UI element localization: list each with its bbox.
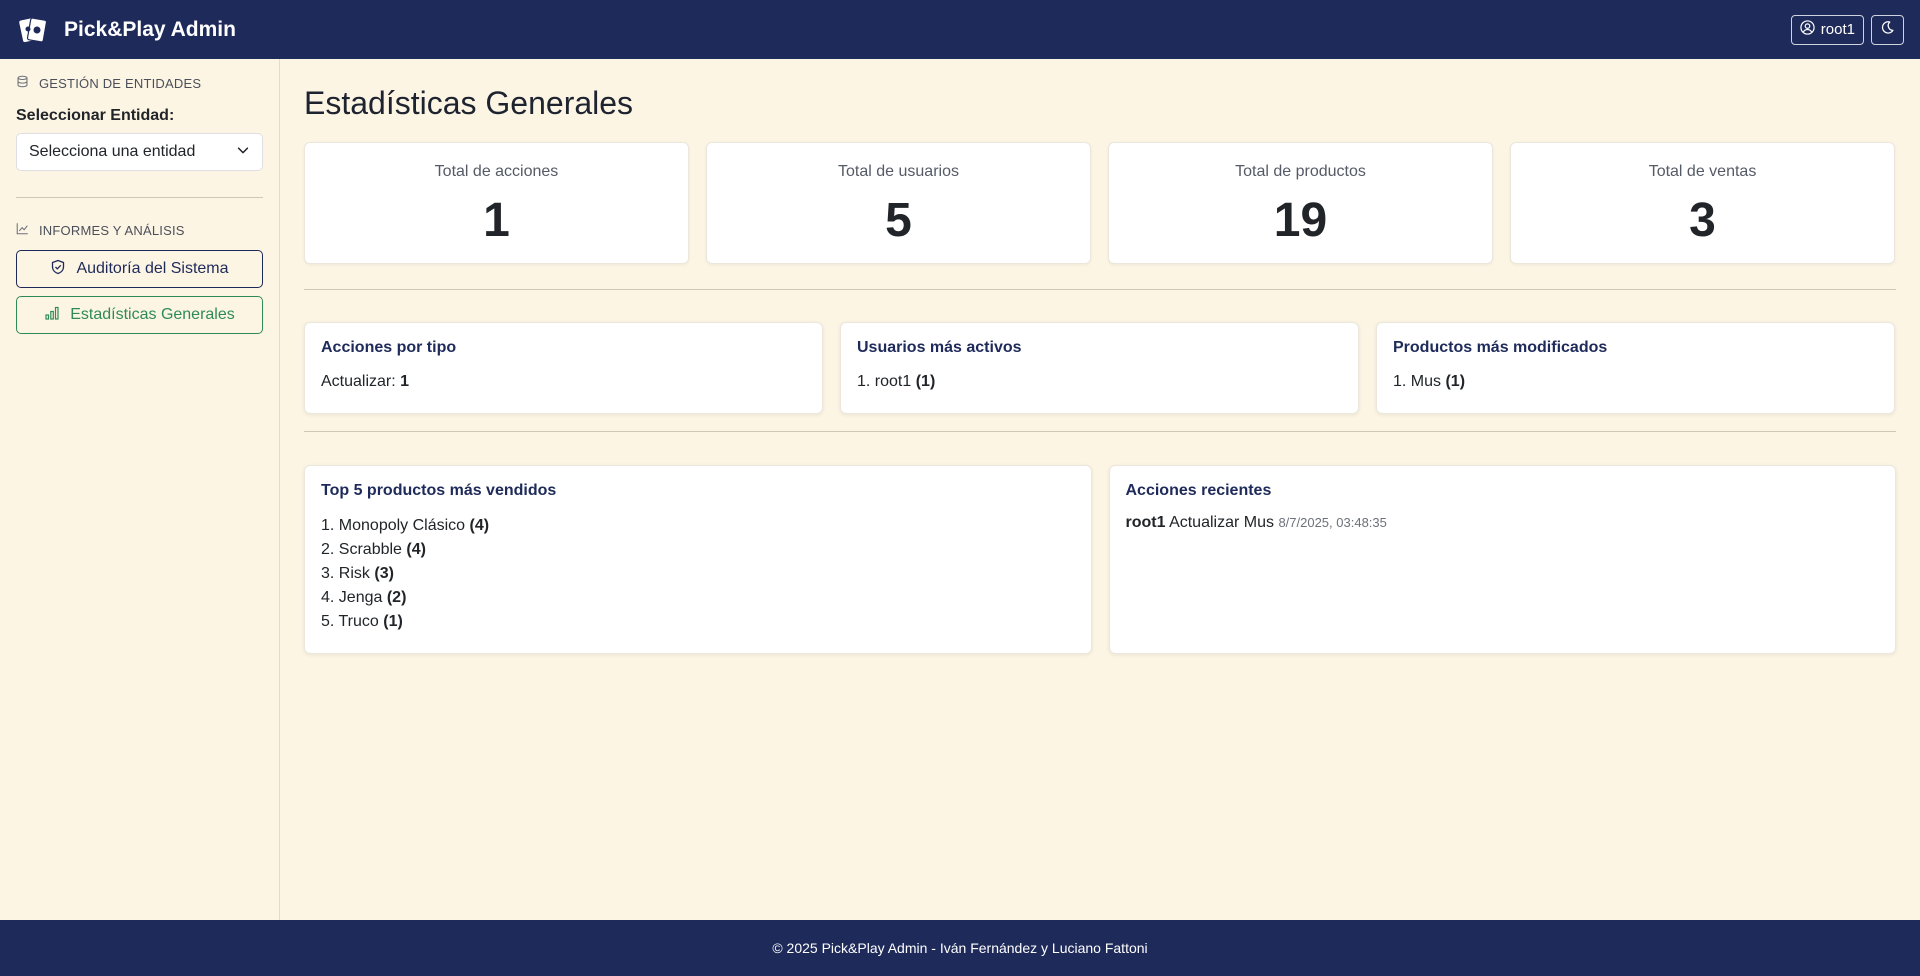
select-entity-label: Seleccionar Entidad: xyxy=(16,107,175,124)
sidebar-divider xyxy=(16,197,263,198)
kpi-card-sales: Total de ventas 3 xyxy=(1510,142,1895,264)
active-users-card: Usuarios más activos 1. root1 (1) xyxy=(840,322,1359,414)
reports-section-heading: INFORMES Y ANÁLISIS xyxy=(16,222,263,238)
kpi-label: Total de usuarios xyxy=(838,163,959,180)
active-user-label: 1. root1 xyxy=(857,373,912,390)
page-title: Estadísticas Generales xyxy=(304,85,634,121)
product-count: (3) xyxy=(374,565,394,582)
recent-action-item: root1 Actualizar Mus 8/7/2025, 03:48:35 xyxy=(1126,514,1880,532)
moon-icon xyxy=(1880,20,1895,40)
stats-button[interactable]: Estadísticas Generales xyxy=(16,296,263,334)
cards-logo-icon[interactable] xyxy=(16,13,50,47)
card-title: Usuarios más activos xyxy=(857,339,1022,356)
entity-select-value: Selecciona una entidad xyxy=(29,143,196,160)
list-item: 1. Monopoly Clásico (4) xyxy=(321,514,1075,538)
card-title: Acciones recientes xyxy=(1125,482,1272,499)
card-title: Acciones por tipo xyxy=(321,339,457,356)
username: root1 xyxy=(1820,21,1855,38)
list-item: 2. Scrabble (4) xyxy=(321,538,1075,562)
recent-action-date: 8/7/2025, 03:48:35 xyxy=(1278,515,1387,530)
recent-action-text: Actualizar Mus xyxy=(1169,514,1274,531)
sidebar: GESTIÓN DE ENTIDADES Seleccionar Entidad… xyxy=(0,59,280,920)
kpi-value: 3 xyxy=(1689,194,1716,247)
action-type-count: 1 xyxy=(400,373,410,390)
top-products-list: 1. Monopoly Clásico (4) 2. Scrabble (4) … xyxy=(321,514,1075,634)
entities-section-heading: GESTIÓN DE ENTIDADES xyxy=(16,75,263,91)
modified-product-label: 1. Mus xyxy=(1393,373,1442,390)
database-icon xyxy=(16,75,29,91)
kpi-label: Total de acciones xyxy=(434,163,559,180)
kpi-value: 1 xyxy=(483,194,510,247)
top-products-card: Top 5 productos más vendidos 1. Monopoly… xyxy=(304,465,1092,654)
entities-heading-text: GESTIÓN DE ENTIDADES xyxy=(39,75,202,91)
active-user-count: (1) xyxy=(915,373,936,390)
product-count: (4) xyxy=(406,541,426,558)
actions-by-type-card: Acciones por tipo Actualizar: 1 xyxy=(304,322,823,414)
card-line: 1. Mus (1) xyxy=(1393,373,1878,391)
product-label: 4. Jenga xyxy=(321,589,383,606)
kpi-row: Total de acciones 1 Total de usuarios 5 … xyxy=(304,142,1896,264)
kpi-card-products: Total de productos 19 xyxy=(1108,142,1493,264)
product-count: (1) xyxy=(383,613,403,630)
kpi-label: Total de ventas xyxy=(1648,163,1757,180)
footer: © 2025 Pick&Play Admin - Iván Fernández … xyxy=(0,920,1920,976)
recent-action-user: root1 xyxy=(1125,514,1166,531)
entity-select[interactable]: Selecciona una entidad xyxy=(16,133,263,171)
action-type-label: Actualizar: xyxy=(321,373,396,390)
product-label: 1. Monopoly Clásico xyxy=(321,517,466,534)
line-chart-icon xyxy=(16,222,29,238)
product-label: 2. Scrabble xyxy=(321,541,402,558)
shield-icon xyxy=(50,259,66,280)
kpi-value: 5 xyxy=(885,194,912,247)
audit-button[interactable]: Auditoría del Sistema xyxy=(16,250,263,288)
card-title: Productos más modificados xyxy=(1393,339,1608,356)
detail-cards-row: Top 5 productos más vendidos 1. Monopoly… xyxy=(304,465,1896,654)
bar-chart-icon xyxy=(44,305,60,326)
reports-heading-text: INFORMES Y ANÁLISIS xyxy=(39,222,185,238)
user-menu-button[interactable]: root1 xyxy=(1790,14,1864,45)
product-count: (4) xyxy=(469,517,490,534)
top-actions: root1 xyxy=(1790,14,1904,45)
main-content: Estadísticas Generales Total de acciones… xyxy=(304,59,1896,654)
theme-toggle-button[interactable] xyxy=(1871,14,1904,45)
chevron-down-icon xyxy=(236,143,250,162)
section-divider xyxy=(304,431,1896,432)
audit-button-label: Auditoría del Sistema xyxy=(76,260,229,277)
modified-products-card: Productos más modificados 1. Mus (1) xyxy=(1376,322,1895,414)
section-divider xyxy=(304,289,1896,290)
user-circle-icon xyxy=(1800,20,1815,39)
modified-product-count: (1) xyxy=(1445,373,1466,390)
app-title[interactable]: Pick&Play Admin xyxy=(64,18,236,42)
product-label: 3. Risk xyxy=(321,565,370,582)
list-item: 5. Truco (1) xyxy=(321,610,1075,634)
card-title: Top 5 productos más vendidos xyxy=(321,482,557,499)
kpi-value: 19 xyxy=(1273,194,1328,247)
product-count: (2) xyxy=(386,589,407,606)
footer-text: © 2025 Pick&Play Admin - Iván Fernández … xyxy=(772,940,1148,956)
kpi-label: Total de productos xyxy=(1235,163,1366,180)
kpi-card-users: Total de usuarios 5 xyxy=(706,142,1091,264)
card-line: 1. root1 (1) xyxy=(857,373,1342,391)
card-line: Actualizar: 1 xyxy=(321,373,806,391)
kpi-card-actions: Total de acciones 1 xyxy=(304,142,689,264)
recent-actions-card: Acciones recientes root1 Actualizar Mus … xyxy=(1108,465,1896,654)
list-item: 3. Risk (3) xyxy=(321,562,1075,586)
stats-button-label: Estadísticas Generales xyxy=(70,306,235,323)
summary-cards-row: Acciones por tipo Actualizar: 1 Usuarios… xyxy=(304,322,1896,414)
list-item: 4. Jenga (2) xyxy=(321,586,1075,610)
top-navbar: Pick&Play Admin root1 xyxy=(0,0,1920,59)
product-label: 5. Truco xyxy=(321,613,379,630)
